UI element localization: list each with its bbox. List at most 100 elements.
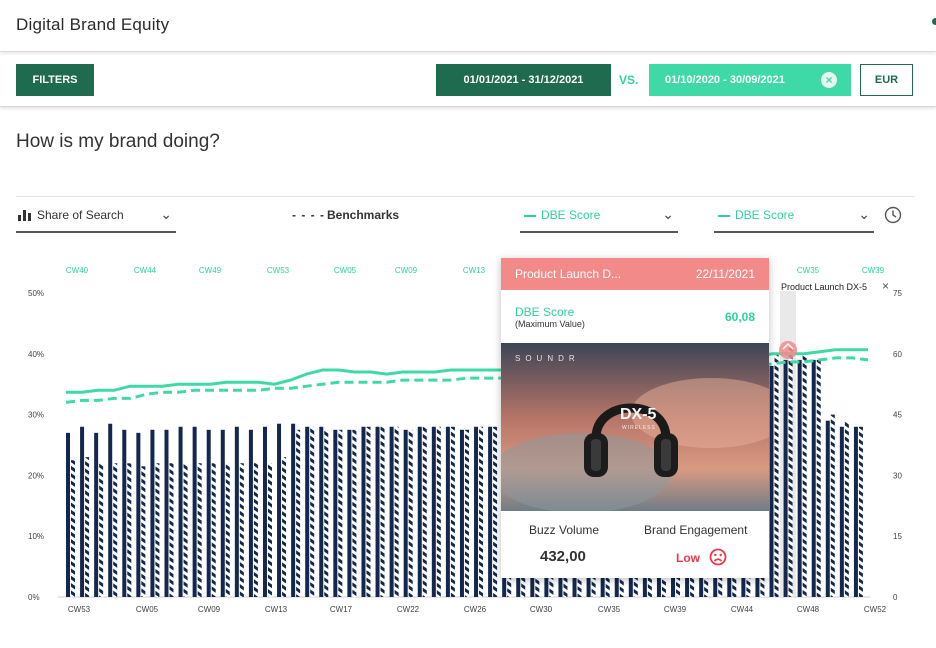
dbe-score-select-2[interactable]: DBE Score ⌄ [714, 206, 874, 233]
right-axis-tick: 15 [893, 532, 902, 541]
comparison-bar [225, 463, 230, 597]
comparison-bar [197, 463, 202, 597]
status-dot [932, 18, 936, 25]
share-of-search-bar [431, 426, 436, 597]
right-axis-tick: 75 [893, 289, 902, 298]
share-of-search-bar [248, 429, 253, 597]
bottom-week-label: CW09 [198, 605, 221, 614]
currency-button[interactable]: EUR [860, 64, 913, 96]
comparison-bar [394, 426, 399, 597]
comparison-bar [464, 429, 469, 597]
right-axis-tick: 60 [893, 350, 902, 359]
compare-range-picker[interactable]: 01/10/2020 - 30/09/2021 × [649, 64, 851, 96]
tooltip-score-sub: (Maximum Value) [515, 319, 585, 329]
left-axis-tick: 0% [28, 593, 40, 602]
benchmarks-legend[interactable]: - - - - Benchmarks [292, 206, 412, 233]
share-of-search-bar [262, 426, 267, 597]
left-axis-tick: 30% [28, 411, 44, 420]
event-highlight-band [780, 291, 796, 597]
share-of-search-bar [192, 426, 197, 597]
comparison-bar [282, 457, 287, 597]
share-of-search-label: Share of Search [37, 208, 124, 222]
line-icon [524, 215, 536, 217]
share-of-search-bar [797, 359, 802, 597]
date-range-picker[interactable]: 01/01/2021 - 31/12/2021 [436, 64, 611, 96]
chevron-down-icon: ⌄ [662, 206, 674, 222]
tooltip-header: Product Launch D... 22/11/2021 [501, 258, 769, 290]
comparison-bar [352, 429, 357, 597]
divider [16, 196, 914, 197]
app-title: Digital Brand Equity [16, 15, 170, 34]
left-axis-tick: 40% [28, 350, 44, 359]
share-of-search-bar [333, 429, 338, 597]
share-of-search-bar [291, 423, 296, 597]
comparison-bar [267, 463, 272, 597]
top-week-label: CW35 [797, 266, 820, 275]
clear-compare-icon[interactable]: × [821, 72, 837, 88]
share-of-search-bar [122, 429, 127, 597]
comparison-bar [85, 457, 90, 597]
product-brand-text: SOUNDR [515, 354, 580, 363]
benchmarks-label: Benchmarks [327, 208, 400, 222]
top-week-label: CW49 [199, 266, 222, 275]
tooltip-score-label: DBE Score [515, 305, 575, 319]
dbe-score-select-1[interactable]: DBE Score ⌄ [520, 206, 678, 233]
share-of-search-bar [220, 429, 225, 597]
left-axis-tick: 20% [28, 471, 44, 480]
share-of-search-bar [389, 426, 394, 597]
top-week-label: CW13 [463, 266, 486, 275]
comparison-bar [99, 463, 104, 597]
comparison-bar [296, 429, 301, 597]
share-of-search-bar [319, 426, 324, 597]
close-icon[interactable]: × [882, 279, 889, 293]
comparison-bar [479, 426, 484, 597]
bottom-week-label: CW39 [664, 605, 687, 614]
share-of-search-select[interactable]: Share of Search ⌄ [16, 206, 176, 233]
right-axis-tick: 30 [893, 471, 902, 480]
comparison-bar [155, 463, 160, 597]
share-of-search-bar [417, 426, 422, 597]
comparison-bar [422, 426, 427, 597]
filter-bar: FILTERS 01/01/2021 - 31/12/2021 VS. 01/1… [0, 55, 936, 107]
comparison-bar [338, 429, 343, 597]
bottom-week-label: CW13 [265, 605, 288, 614]
left-axis-tick: 50% [28, 289, 44, 298]
right-axis-tick: 45 [893, 411, 902, 420]
event-label: Product Launch DX-5 [781, 282, 868, 292]
share-of-search-bar [375, 426, 380, 597]
dbe-score-label-2: DBE Score [735, 208, 795, 222]
share-of-search-bar [277, 423, 282, 597]
bar-chart-icon [18, 210, 31, 221]
comparison-bar [169, 463, 174, 597]
comparison-bar [183, 463, 188, 597]
clock-icon[interactable] [884, 206, 902, 224]
dbe-score-label-1: DBE Score [541, 208, 601, 222]
comparison-bar [858, 426, 863, 597]
comparison-bar [71, 460, 75, 597]
bottom-week-label: CW44 [731, 605, 754, 614]
bottom-week-label: CW05 [136, 605, 159, 614]
share-of-search-bar [474, 426, 479, 597]
comparison-bar [211, 463, 216, 597]
bottom-week-label: CW52 [864, 605, 887, 614]
share-of-search-bar [347, 429, 352, 597]
top-week-label: CW05 [334, 266, 357, 275]
buzz-volume-value: 432,00 [540, 548, 586, 565]
share-of-search-bar [445, 426, 450, 597]
share-of-search-chart: 0% 10% 20% 30% 40% 50% 0 15 30 45 60 75 CW40 CW44 CW49… [28, 266, 902, 614]
share-of-search-bar [825, 420, 830, 597]
comparison-bar [239, 463, 244, 597]
top-week-label: CW53 [267, 266, 290, 275]
bottom-week-label: CW26 [464, 605, 487, 614]
comparison-bar [253, 463, 258, 597]
event-tooltip: Product Launch D... 22/11/2021 DBE Score… [501, 258, 769, 578]
comparison-bar [802, 353, 807, 597]
comparison-bar [141, 466, 146, 597]
share-of-search-bar [164, 429, 169, 597]
bottom-week-label: CW22 [397, 605, 420, 614]
filters-button[interactable]: FILTERS [16, 64, 94, 96]
right-axis-tick: 0 [893, 593, 898, 602]
share-of-search-bar [206, 429, 211, 597]
comparison-bar [310, 426, 315, 597]
comparison-bar [450, 426, 455, 597]
